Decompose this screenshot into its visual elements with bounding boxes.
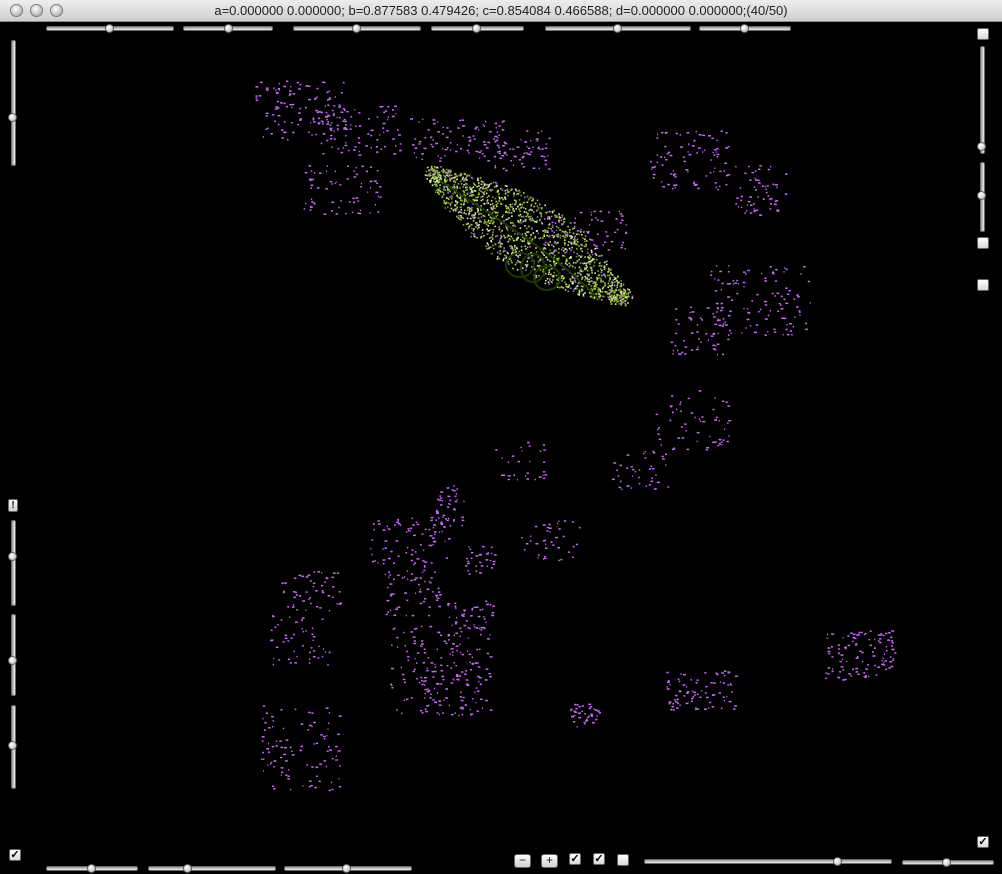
right-top-checkbox[interactable] [977,28,989,40]
title-bar: a=0.000000 0.000000; b=0.877583 0.479426… [0,0,1002,22]
right-mid-checkbox-2[interactable] [977,279,989,291]
left-slider-2-thumb[interactable] [8,552,17,561]
top-slider-4-thumb[interactable] [472,24,481,33]
left-slider-1[interactable] [11,40,16,166]
bottom-slider-4[interactable] [644,859,892,864]
loop-1 [505,252,535,278]
left-slider-3[interactable] [11,614,16,696]
right-slider-1[interactable] [980,46,985,154]
magenta-point-cloud [255,80,897,792]
top-slider-1-thumb[interactable] [105,24,114,33]
bottom-center-checkbox-3[interactable] [617,854,629,866]
zoom-out-button[interactable]: − [514,854,531,868]
left-slider-1-thumb[interactable] [8,113,17,122]
left-toggle-button[interactable]: ! [8,499,18,512]
bottom-slider-1-thumb[interactable] [87,864,96,873]
bottom-center-checkbox-2[interactable]: ✓ [593,853,605,865]
right-bottom-checkbox[interactable]: ✓ [977,836,989,848]
right-mid-checkbox-1[interactable] [977,237,989,249]
green-point-cloud [424,165,634,307]
left-slider-4-thumb[interactable] [8,741,17,750]
right-slider-1-thumb[interactable] [977,142,986,151]
bottom-center-checkbox-1[interactable]: ✓ [569,853,581,865]
bottom-left-checkbox[interactable]: ✓ [9,849,21,861]
bottom-slider-3-thumb[interactable] [342,864,351,873]
bottom-slider-5-thumb[interactable] [942,858,951,867]
top-slider-3-thumb[interactable] [352,24,361,33]
zoom-in-button[interactable]: + [541,854,558,868]
bottom-slider-2-thumb[interactable] [183,864,192,873]
left-slider-3-thumb[interactable] [8,656,17,665]
left-slider-2[interactable] [11,520,16,606]
window-title: a=0.000000 0.000000; b=0.877583 0.479426… [214,3,788,18]
attractor-canvas[interactable] [0,22,1002,874]
top-slider-5-thumb[interactable] [613,24,622,33]
bottom-slider-4-thumb[interactable] [833,857,842,866]
top-slider-6-thumb[interactable] [740,24,749,33]
right-slider-2-thumb[interactable] [977,191,986,200]
top-slider-2-thumb[interactable] [224,24,233,33]
bottom-slider-2[interactable] [148,866,276,871]
